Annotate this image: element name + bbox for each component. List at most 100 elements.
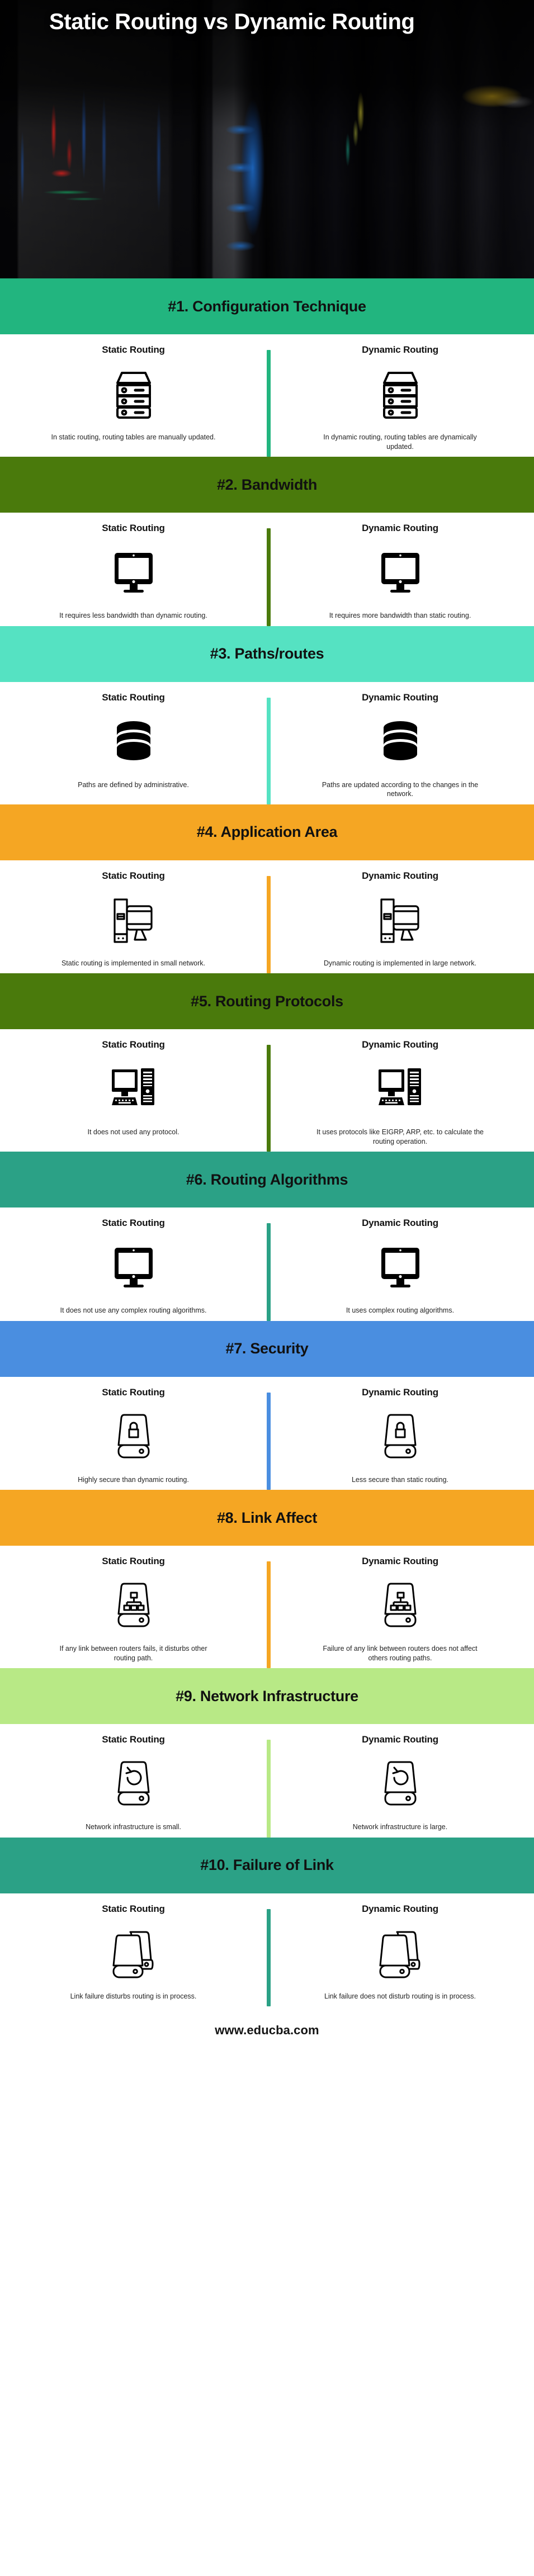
dynamic-routing-label: Dynamic Routing: [362, 1386, 438, 1398]
monitor-icon: [380, 1241, 420, 1295]
server-rack-icon: [380, 368, 421, 422]
column-divider: [267, 350, 271, 457]
section-banner-2: #2. Bandwidth: [0, 457, 534, 513]
dynamic-routing-column: Dynamic Routing It requires more bandwid…: [267, 523, 533, 621]
two-routers-icon: [111, 1927, 156, 1981]
section-banner-4: #4. Application Area: [0, 804, 534, 860]
desktop-computer-icon: [377, 1063, 423, 1116]
section-banner-8: #8. Link Affect: [0, 1490, 534, 1546]
section-heading: #1. Configuration Technique: [168, 297, 366, 315]
comparison-section: #5. Routing Protocols Static Routing It d…: [0, 973, 534, 1152]
dynamic-routing-description: Failure of any link between routers does…: [323, 1645, 478, 1662]
section-heading: #4. Application Area: [196, 823, 338, 840]
database-icon: [114, 716, 154, 769]
router-lock-icon: [382, 1410, 419, 1464]
section-heading: #2. Bandwidth: [216, 476, 318, 493]
section-heading: #10. Failure of Link: [200, 1857, 334, 1873]
dynamic-routing-label: Dynamic Routing: [362, 1903, 438, 1914]
static-routing-description: Highly secure than dynamic routing.: [78, 1475, 189, 1484]
column-divider: [267, 1223, 271, 1321]
dynamic-routing-column: Dynamic Routing In dynamic routing, rout…: [267, 344, 533, 451]
dynamic-routing-label: Dynamic Routing: [362, 523, 438, 533]
desktop-tower-outline-icon: [112, 894, 155, 948]
comparison-body: Static Routing Network infrastructure is…: [0, 1724, 534, 1838]
section-heading: #3. Paths/routes: [210, 645, 324, 662]
dynamic-routing-column: Dynamic Routing It uses protocols like E…: [267, 1039, 533, 1146]
comparison-body: Static Routing Static routing is impleme…: [0, 860, 534, 973]
section-banner-5: #5. Routing Protocols: [0, 973, 534, 1029]
dynamic-routing-label: Dynamic Routing: [362, 1039, 438, 1050]
section-banner-1: #1. Configuration Technique: [0, 278, 534, 334]
section-banner-10: #10. Failure of Link: [0, 1837, 534, 1893]
comparison-section: #10. Failure of Link Static Routing Link …: [0, 1837, 534, 2006]
section-heading: #7. Security: [225, 1340, 309, 1357]
comparison-section: #1. Configuration Technique Static Routin…: [0, 278, 534, 457]
static-routing-label: Static Routing: [102, 1039, 165, 1050]
dynamic-routing-column: Dynamic Routing Network infrastructure i…: [267, 1734, 533, 1832]
comparison-body: Static Routing In static routing, routin…: [0, 334, 534, 457]
dynamic-routing-description: Link failure does not disturb routing is…: [324, 1992, 476, 2000]
footer-site-url[interactable]: www.educba.com: [215, 2023, 319, 2037]
comparison-body: Static Routing If any link between route…: [0, 1546, 534, 1668]
server-rack-icon: [113, 368, 154, 422]
section-banner-3: #3. Paths/routes: [0, 626, 534, 682]
static-routing-description: In static routing, routing tables are ma…: [51, 433, 216, 441]
dynamic-routing-column: Dynamic Routing Dynamic routing is imple…: [267, 870, 533, 968]
comparison-section: #8. Link Affect Static Routing If any lin…: [0, 1490, 534, 1668]
desktop-tower-outline-icon: [379, 894, 422, 948]
static-routing-label: Static Routing: [102, 523, 165, 533]
column-divider: [267, 1045, 271, 1152]
column-divider: [267, 1909, 271, 2006]
comparison-section: #9. Network Infrastructure Static Routing…: [0, 1668, 534, 1838]
monitor-icon: [380, 546, 420, 600]
comparison-section: #3. Paths/routes Static Routing Paths are…: [0, 626, 534, 804]
comparison-body: Static Routing Paths are defined by admi…: [0, 681, 534, 804]
router-network-icon: [382, 1579, 419, 1633]
static-routing-column: Static Routing It does not use any compl…: [0, 1218, 267, 1315]
dynamic-routing-label: Dynamic Routing: [362, 692, 438, 703]
database-icon: [380, 716, 420, 769]
column-divider: [267, 1392, 271, 1490]
footer: www.educba.com: [0, 2006, 534, 2051]
section-heading: #8. Link Affect: [216, 1509, 318, 1526]
comparison-section: #7. Security Static Routing Highly secure…: [0, 1320, 534, 1490]
monitor-icon: [114, 1241, 154, 1295]
comparison-body: Static Routing It does not used any prot…: [0, 1029, 534, 1152]
static-routing-column: Static Routing It does not used any prot…: [0, 1039, 267, 1146]
dynamic-routing-description: Less secure than static routing.: [351, 1475, 448, 1484]
column-divider: [267, 1561, 271, 1668]
dynamic-routing-column: Dynamic Routing Failure of any link betw…: [267, 1556, 533, 1663]
comparison-section: #6. Routing Algorithms Static Routing It …: [0, 1152, 534, 1321]
section-banner-7: #7. Security: [0, 1320, 534, 1377]
static-routing-description: Paths are defined by administrative.: [78, 780, 189, 789]
static-routing-column: Static Routing Static routing is impleme…: [0, 870, 267, 968]
section-heading: #5. Routing Protocols: [191, 992, 343, 1010]
router-lock-icon: [115, 1410, 152, 1464]
static-routing-description: Static routing is implemented in small n…: [61, 959, 206, 967]
static-routing-description: If any link between routers fails, it di…: [59, 1645, 207, 1662]
column-divider: [267, 1740, 271, 1838]
static-routing-column: Static Routing Network infrastructure is…: [0, 1734, 267, 1832]
static-routing-description: Link failure disturbs routing is in proc…: [70, 1992, 197, 2000]
sections-container: #1. Configuration Technique Static Routin…: [0, 278, 534, 2006]
dynamic-routing-label: Dynamic Routing: [362, 1218, 438, 1228]
static-routing-column: Static Routing It requires less bandwidt…: [0, 523, 267, 621]
router-refresh-icon: [382, 1758, 419, 1811]
hero-banner: Static Routing vs Dynamic Routing: [0, 0, 534, 278]
static-routing-description: It does not use any complex routing algo…: [60, 1306, 207, 1314]
section-heading: #9. Network Infrastructure: [176, 1687, 358, 1704]
static-routing-label: Static Routing: [102, 1218, 165, 1228]
static-routing-label: Static Routing: [102, 1556, 165, 1566]
page-title: Static Routing vs Dynamic Routing: [49, 10, 415, 34]
dynamic-routing-column: Dynamic Routing Paths are updated accord…: [267, 692, 533, 799]
static-routing-column: Static Routing In static routing, routin…: [0, 344, 267, 451]
static-routing-column: Static Routing If any link between route…: [0, 1556, 267, 1663]
static-routing-label: Static Routing: [102, 344, 165, 355]
dynamic-routing-label: Dynamic Routing: [362, 1556, 438, 1566]
dynamic-routing-description: It uses complex routing algorithms.: [346, 1306, 455, 1314]
column-divider: [267, 528, 271, 626]
static-routing-label: Static Routing: [102, 870, 165, 881]
static-routing-description: It requires less bandwidth than dynamic …: [59, 612, 207, 619]
router-network-icon: [115, 1579, 152, 1633]
static-routing-label: Static Routing: [102, 1386, 165, 1398]
